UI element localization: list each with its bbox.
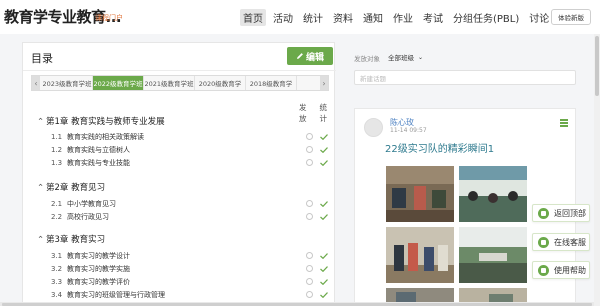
arrow-up-icon — [538, 207, 549, 219]
nav-activities[interactable]: 活动 — [270, 9, 296, 26]
lesson-item[interactable]: 3.1 教育实习的教学设计 — [51, 251, 130, 261]
check-icon — [320, 160, 328, 166]
chevron-down-icon: ⌄ — [418, 53, 424, 61]
col-stats: 统计 — [319, 103, 328, 123]
nav-exams[interactable]: 考试 — [420, 9, 446, 26]
top-header: 教育学专业教育... 课程门户 首页 活动 统计 资料 通知 作业 考试 分组任… — [0, 0, 600, 34]
try-new-version-button[interactable]: 体验新版 — [551, 9, 591, 25]
course-portal-link[interactable]: 课程门户 — [95, 13, 123, 23]
toc-title: 目录 — [31, 52, 53, 65]
nav-statistics[interactable]: 统计 — [300, 9, 326, 26]
lesson-item[interactable]: 3.4 教育实习的班级管理与行政管理 — [51, 290, 165, 300]
tab-class-2021[interactable]: 2021级教育学班 — [144, 76, 195, 90]
horizontal-scrollbar[interactable] — [0, 302, 594, 306]
col-publish: 发放 — [299, 103, 307, 123]
nav-home[interactable]: 首页 — [240, 8, 266, 26]
post-text: 22级实习队的精彩瞬间1 — [385, 144, 495, 155]
class-tab-strip: ‹ 2023级教育学班 2022级教育学班 2021级教育学班 2020级教育学… — [31, 75, 329, 91]
check-icon — [320, 134, 328, 140]
publish-status-icon[interactable] — [306, 133, 313, 140]
lesson-item[interactable]: 2.1 中小学教育见习 — [51, 199, 116, 209]
question-icon — [538, 264, 549, 276]
check-icon — [320, 253, 328, 259]
lesson-item[interactable]: 3.2 教育实习的教学实施 — [51, 264, 130, 274]
publish-status-icon[interactable] — [306, 291, 313, 298]
post-photo[interactable] — [386, 227, 454, 283]
post-photo[interactable] — [459, 227, 527, 283]
audience-value: 全部班级 — [388, 54, 414, 62]
check-icon — [320, 266, 328, 272]
publish-status-icon[interactable] — [306, 200, 313, 207]
back-to-top-button[interactable]: 返回顶部 — [532, 204, 590, 222]
lesson-item[interactable]: 1.3 教育实践与专业技能 — [51, 158, 130, 168]
publish-status-icon[interactable] — [306, 159, 313, 166]
publish-status-icon[interactable] — [306, 252, 313, 259]
main-nav: 首页 活动 统计 资料 通知 作业 考试 分组任务(PBL) 讨论 管理 — [240, 8, 586, 26]
scrollbar-thumb[interactable] — [595, 36, 599, 96]
nav-materials[interactable]: 资料 — [330, 9, 356, 26]
audience-label: 发放对象 — [354, 55, 380, 63]
vertical-scrollbar[interactable] — [594, 34, 600, 306]
lesson-item[interactable]: 1.2 教育实践与立德树人 — [51, 145, 130, 155]
nav-discussion[interactable]: 讨论 — [526, 9, 552, 26]
publish-status-icon[interactable] — [306, 278, 313, 285]
new-topic-input[interactable]: 新建话题 — [354, 70, 576, 85]
check-icon — [320, 279, 328, 285]
lesson-item[interactable]: 1.1 教育实践的相关政策解读 — [51, 132, 144, 142]
help-button[interactable]: 使用帮助 — [532, 261, 590, 279]
publish-status-icon[interactable] — [306, 265, 313, 272]
tab-class-2023[interactable]: 2023级教育学班 — [42, 76, 93, 90]
chevron-up-icon: ⌃ — [37, 235, 45, 245]
nav-notices[interactable]: 通知 — [360, 9, 386, 26]
publish-status-icon[interactable] — [306, 213, 313, 220]
chapter-title[interactable]: ⌃ 第3章 教育实习 — [37, 233, 105, 245]
chevron-left-icon[interactable]: ‹ — [32, 76, 40, 90]
publish-status-icon[interactable] — [306, 146, 313, 153]
divider — [23, 70, 336, 71]
post-photo[interactable] — [459, 166, 527, 222]
edit-button-label: 编辑 — [305, 52, 324, 63]
chevron-up-icon: ⌃ — [37, 117, 45, 127]
check-icon — [320, 201, 328, 207]
online-service-button[interactable]: 在线客服 — [532, 233, 590, 251]
toc-column-headers: 发放 统计 — [293, 102, 334, 124]
chevron-up-icon: ⌃ — [37, 183, 45, 193]
check-icon — [320, 214, 328, 220]
post-time: 11-14 09:57 — [390, 127, 427, 134]
chapter-title[interactable]: ⌃ 第2章 教育见习 — [37, 181, 105, 193]
nav-pbl[interactable]: 分组任务(PBL) — [450, 9, 522, 26]
post-photo[interactable] — [386, 166, 454, 222]
class-tabs: 2023级教育学班 2022级教育学班 2021级教育学班 2020级教育学 2… — [42, 76, 297, 90]
headset-icon — [538, 236, 549, 248]
nav-homework[interactable]: 作业 — [390, 9, 416, 26]
tab-class-2022[interactable]: 2022级教育学班 — [93, 76, 144, 90]
check-icon — [320, 147, 328, 153]
avatar[interactable] — [364, 118, 383, 137]
check-icon — [320, 292, 328, 298]
tab-class-2020[interactable]: 2020级教育学 — [195, 76, 246, 90]
audience-select[interactable]: 全部班级 ⌄ — [388, 51, 438, 63]
lesson-item[interactable]: 2.2 高校行政见习 — [51, 212, 109, 222]
menu-icon[interactable] — [560, 119, 568, 128]
chapter-title[interactable]: ⌃ 第1章 教育实践与教师专业发展 — [37, 115, 165, 127]
toc-panel: 目录 编辑 ‹ 2023级教育学班 2022级教育学班 2021级教育学班 20… — [22, 42, 336, 306]
lesson-item[interactable]: 3.3 教育实习的教学评价 — [51, 277, 130, 287]
edit-button[interactable]: 编辑 — [287, 47, 333, 65]
pencil-icon — [296, 53, 303, 59]
chevron-right-icon[interactable]: › — [320, 76, 328, 90]
tab-class-2018[interactable]: 2018级教育学 — [246, 76, 297, 90]
